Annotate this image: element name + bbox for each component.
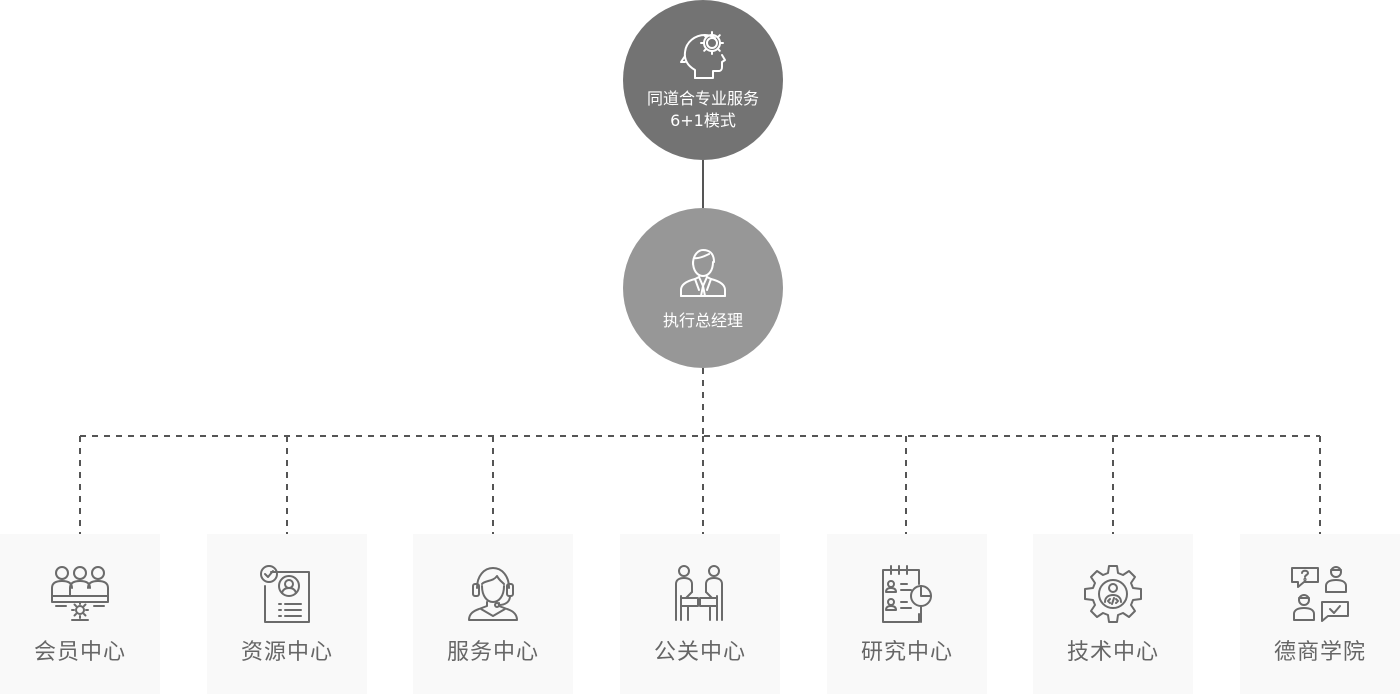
dept-label: 研究中心	[860, 640, 953, 665]
dept-label: 资源中心	[240, 640, 333, 665]
tech-gear-icon	[1084, 565, 1142, 623]
dept-label: 德商学院	[1273, 640, 1366, 665]
dept-label: 会员中心	[33, 640, 126, 665]
dept-pr-center[interactable]: 公关中心	[620, 534, 780, 694]
dept-resource-center[interactable]: 资源中心	[207, 534, 367, 694]
top-node: 同道合专业服务 6+1模式	[623, 0, 783, 160]
head-gear-icon	[680, 31, 726, 79]
dept-service-center[interactable]: 服务中心	[413, 534, 573, 694]
research-report-icon	[882, 565, 932, 623]
dept-label: 服务中心	[446, 640, 539, 665]
top-node-title-line2: 6+1模式	[670, 111, 736, 130]
dept-academy[interactable]: 德商学院	[1240, 534, 1400, 694]
middle-node: 执行总经理	[623, 208, 783, 368]
academy-qa-icon	[1291, 566, 1349, 622]
member-group-icon	[51, 566, 109, 621]
resource-profile-icon	[260, 565, 310, 623]
top-node-title: 同道合专业服务 6+1模式	[647, 88, 759, 132]
headset-agent-icon	[468, 567, 518, 621]
dept-research-center[interactable]: 研究中心	[827, 534, 987, 694]
dept-tech-center[interactable]: 技术中心	[1033, 534, 1193, 694]
middle-node-title: 执行总经理	[662, 311, 743, 330]
public-relations-icon	[675, 565, 723, 621]
dept-label: 技术中心	[1066, 640, 1159, 665]
dept-member-center[interactable]: 会员中心	[0, 534, 160, 694]
dept-label: 公关中心	[653, 640, 746, 665]
executive-person-icon	[680, 249, 726, 297]
top-node-title-line1: 同道合专业服务	[646, 89, 759, 108]
